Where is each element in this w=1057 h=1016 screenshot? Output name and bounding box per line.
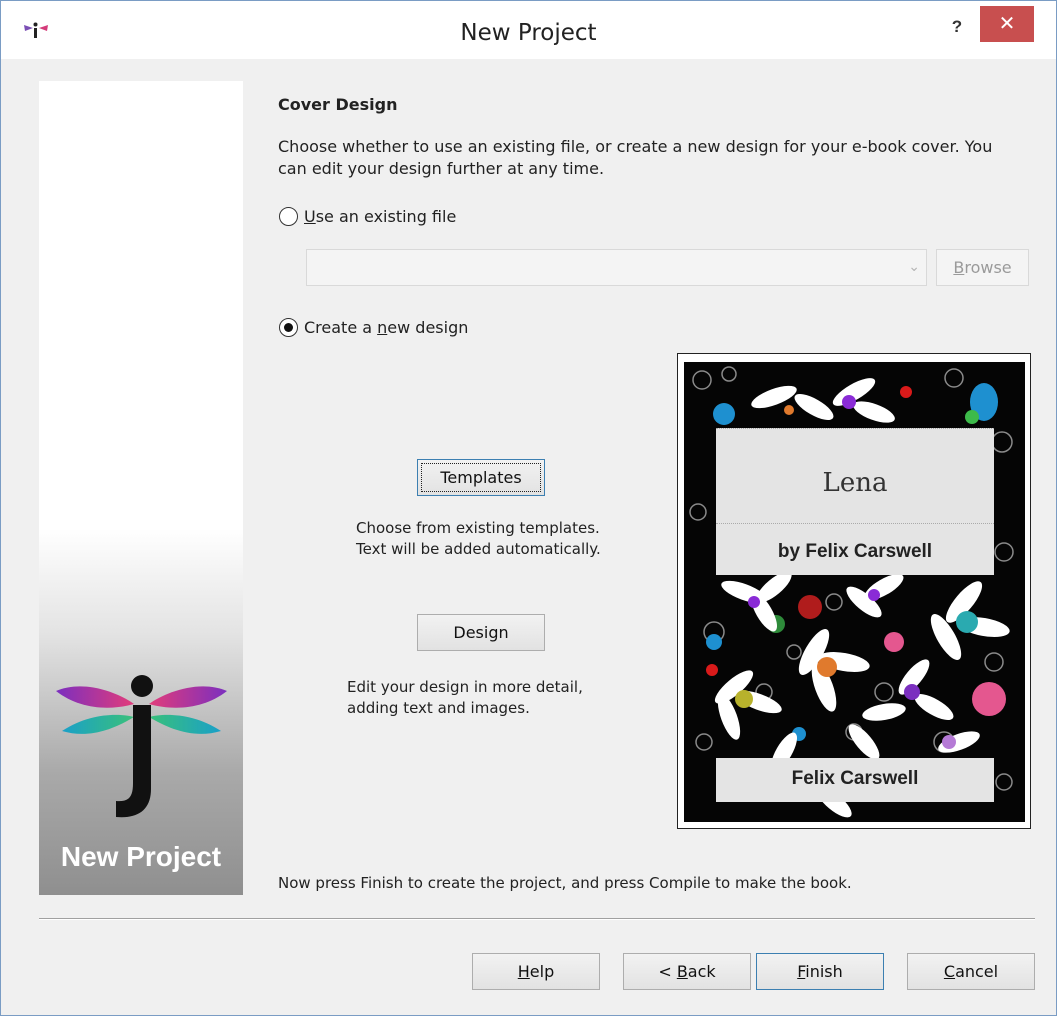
cover-artwork: Lena by Felix Carswell Felix Carswell (684, 362, 1025, 822)
close-button[interactable]: ✕ (980, 6, 1034, 42)
cover-preview: Lena by Felix Carswell Felix Carswell (677, 353, 1031, 829)
close-icon: ✕ (998, 13, 1016, 35)
design-button[interactable]: Design (417, 614, 545, 651)
templates-description: Choose from existing templates. Text wil… (356, 519, 601, 558)
focus-ring (421, 463, 541, 492)
new-design-label[interactable]: Create a new design (304, 318, 468, 337)
window-title: New Project (460, 20, 597, 46)
cover-title: Lena (822, 468, 888, 498)
banner-title: New Project (60, 841, 222, 872)
footer-separator (39, 918, 1035, 920)
back-button[interactable]: < Back (623, 953, 751, 990)
title-bar[interactable]: New Project ? ✕ (1, 1, 1056, 59)
cover-author: Felix Carswell (791, 768, 919, 789)
cover-author-box: Felix Carswell (716, 758, 994, 802)
cover-byline: by Felix Carswell (777, 541, 933, 562)
existing-file-combobox[interactable]: ⌄ (306, 249, 927, 286)
browse-button[interactable]: Browse (936, 249, 1029, 286)
finish-instructions: Now press Finish to create the project, … (278, 874, 852, 892)
radio-selected-dot (284, 323, 293, 332)
side-banner: New Project (39, 81, 243, 895)
cancel-button[interactable]: Cancel (907, 953, 1035, 990)
help-title-button[interactable]: ? (939, 13, 975, 41)
existing-file-label[interactable]: Use an existing file (304, 207, 456, 226)
finish-button[interactable]: Finish (756, 953, 884, 990)
section-title: Cover Design (278, 95, 398, 114)
templates-button[interactable]: Templates (417, 459, 545, 496)
cover-title-box: Lena by Felix Carswell (716, 428, 994, 575)
chevron-down-icon[interactable]: ⌄ (908, 258, 920, 275)
new-design-radio[interactable] (279, 318, 298, 337)
new-project-dialog: New Project ? ✕ New Project Cover Design… (0, 0, 1057, 1016)
existing-file-radio[interactable] (279, 207, 298, 226)
help-button[interactable]: Help (472, 953, 600, 990)
dragonfly-j-logo (56, 675, 227, 818)
cover-divider (716, 523, 994, 524)
description-text: Choose whether to use an existing file, … (278, 137, 993, 178)
design-description: Edit your design in more detail, adding … (347, 678, 583, 717)
